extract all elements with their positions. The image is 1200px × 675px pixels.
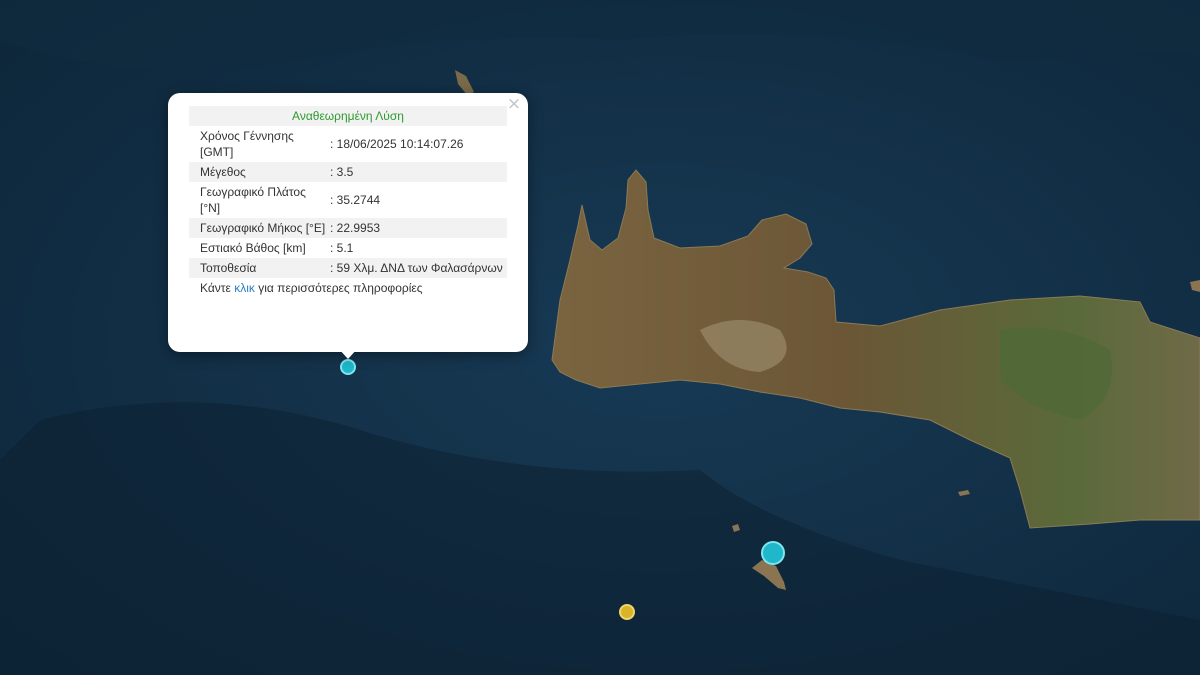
- more-info-link[interactable]: κλικ: [234, 281, 255, 295]
- table-row: Εστιακό Βάθος [km] : 5.1: [189, 238, 507, 258]
- table-row: Μέγεθος : 3.5: [189, 162, 507, 182]
- table-row: Γεωγραφικό Μήκος [°E] : 22.9953: [189, 218, 507, 238]
- popup-tip: [338, 348, 358, 359]
- more-info-text: Κάντε κλικ για περισσότερες πληροφορίες: [189, 281, 507, 295]
- earthquake-info-popup: × Αναθεωρημένη Λύση Χρόνος Γέννησης [GMT…: [168, 93, 528, 352]
- close-icon[interactable]: ×: [506, 96, 522, 113]
- row-label: Εστιακό Βάθος [km]: [200, 241, 306, 255]
- info-table: Χρόνος Γέννησης [GMT] : 18/06/2025 10:14…: [189, 126, 507, 278]
- map-view[interactable]: × Αναθεωρημένη Λύση Χρόνος Γέννησης [GMT…: [0, 0, 1200, 675]
- row-value: : 59 Χλμ. ΔΝΔ των Φαλασάρνων: [330, 261, 503, 275]
- row-label: Τοποθεσία: [200, 261, 257, 275]
- row-value: : 22.9953: [330, 221, 381, 235]
- table-row: Χρόνος Γέννησης [GMT] : 18/06/2025 10:14…: [189, 126, 507, 162]
- earthquake-marker-older[interactable]: [619, 604, 635, 620]
- table-row: Τοποθεσία : 59 Χλμ. ΔΝΔ των Φαλασάρνων: [189, 258, 507, 278]
- row-label: Γεωγραφικό Πλάτος [°N]: [200, 185, 306, 215]
- more-suffix: για περισσότερες πληροφορίες: [254, 281, 423, 295]
- earthquake-marker[interactable]: [761, 541, 785, 565]
- popup-title: Αναθεωρημένη Λύση: [189, 106, 507, 126]
- row-value: : 3.5: [330, 165, 354, 179]
- earthquake-marker-selected[interactable]: [340, 359, 356, 375]
- row-value: : 18/06/2025 10:14:07.26: [330, 137, 464, 151]
- row-label: Μέγεθος: [200, 165, 246, 179]
- row-value: : 35.2744: [330, 193, 381, 207]
- row-label: Γεωγραφικό Μήκος [°E]: [200, 221, 326, 235]
- table-row: Γεωγραφικό Πλάτος [°N] : 35.2744: [189, 182, 507, 218]
- row-value: : 5.1: [330, 241, 354, 255]
- row-label: Χρόνος Γέννησης [GMT]: [200, 129, 294, 159]
- more-prefix: Κάντε: [200, 281, 235, 295]
